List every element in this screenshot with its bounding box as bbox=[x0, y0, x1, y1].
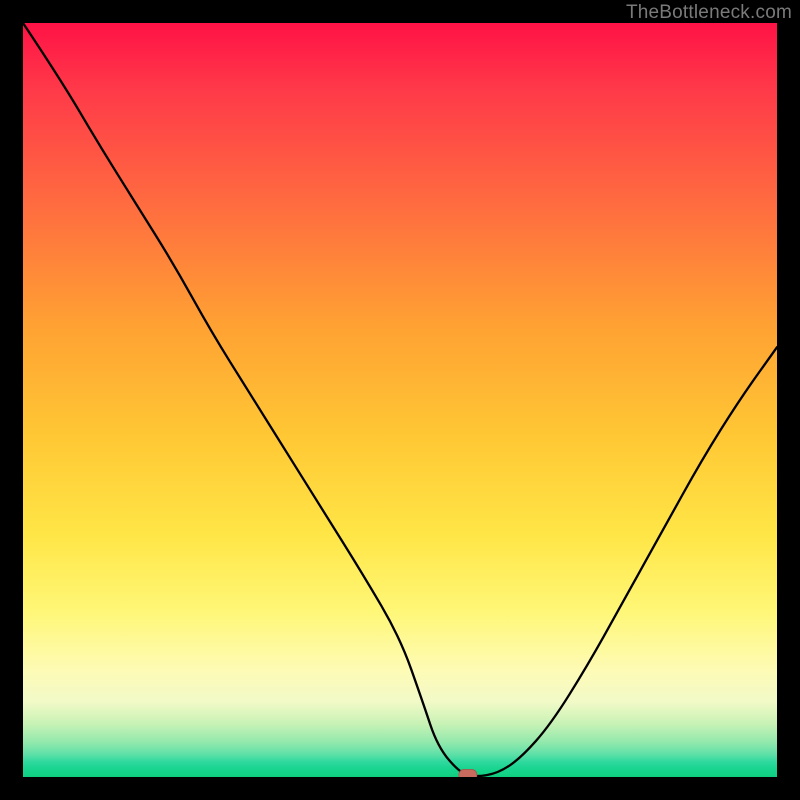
watermark-text: TheBottleneck.com bbox=[626, 2, 792, 24]
minimum-marker bbox=[459, 770, 477, 778]
plot-area bbox=[23, 23, 777, 777]
bottleneck-curve bbox=[23, 23, 777, 776]
chart-stage: TheBottleneck.com bbox=[0, 0, 800, 800]
curve-svg bbox=[23, 23, 777, 777]
